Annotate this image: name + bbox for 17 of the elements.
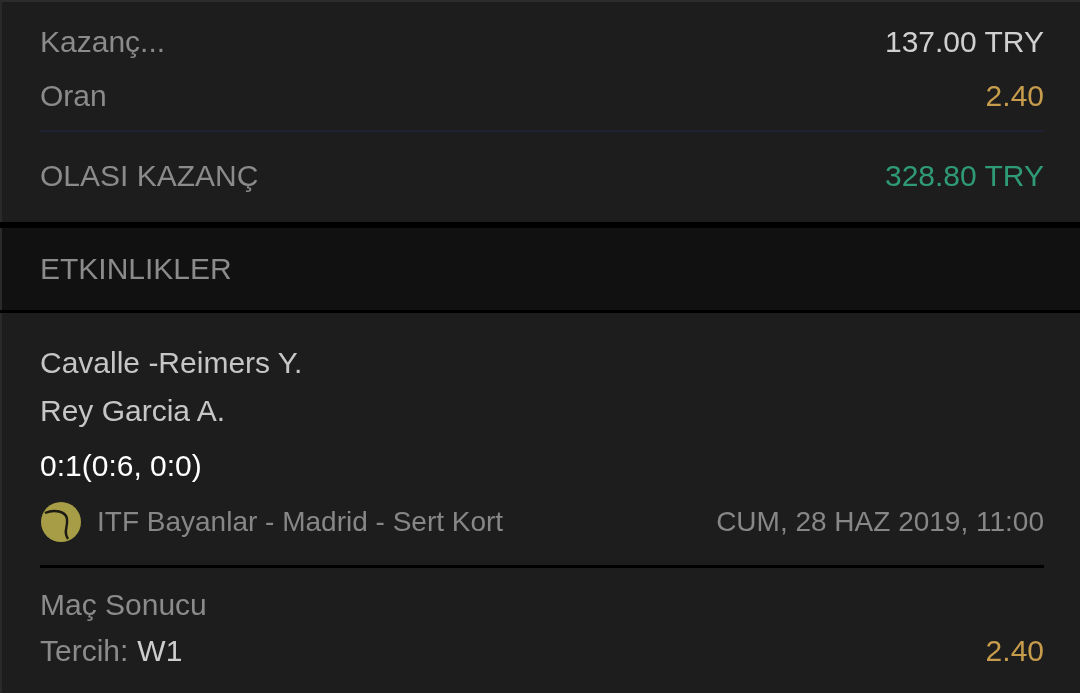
tennis-ball-icon	[41, 502, 81, 542]
pick-label: Tercih:	[40, 634, 129, 668]
total-label: OLASI KAZANÇ	[40, 159, 259, 193]
summary-value: 137.00 TRY	[885, 25, 1044, 59]
team-name: Cavalle -Reimers Y.	[40, 345, 303, 381]
market-name: Maç Sonucu	[40, 587, 207, 623]
team-name: Rey Garcia A.	[40, 393, 226, 429]
total-value: 328.80 TRY	[885, 159, 1044, 193]
match-score: 0:1(0:6, 0:0)	[40, 448, 202, 484]
summary-label: Oran	[40, 79, 107, 113]
section-title: ETKINLIKLER	[40, 252, 232, 286]
match-datetime: CUM, 28 HAZ 2019, 11:00	[716, 506, 1044, 538]
summary-value: 2.40	[985, 79, 1044, 113]
pick-odds: 2.40	[985, 634, 1044, 668]
league-name: ITF Bayanlar - Madrid - Sert Kort	[97, 506, 504, 538]
pick-value: W1	[137, 634, 183, 668]
summary-label: Kazanç...	[40, 25, 166, 59]
